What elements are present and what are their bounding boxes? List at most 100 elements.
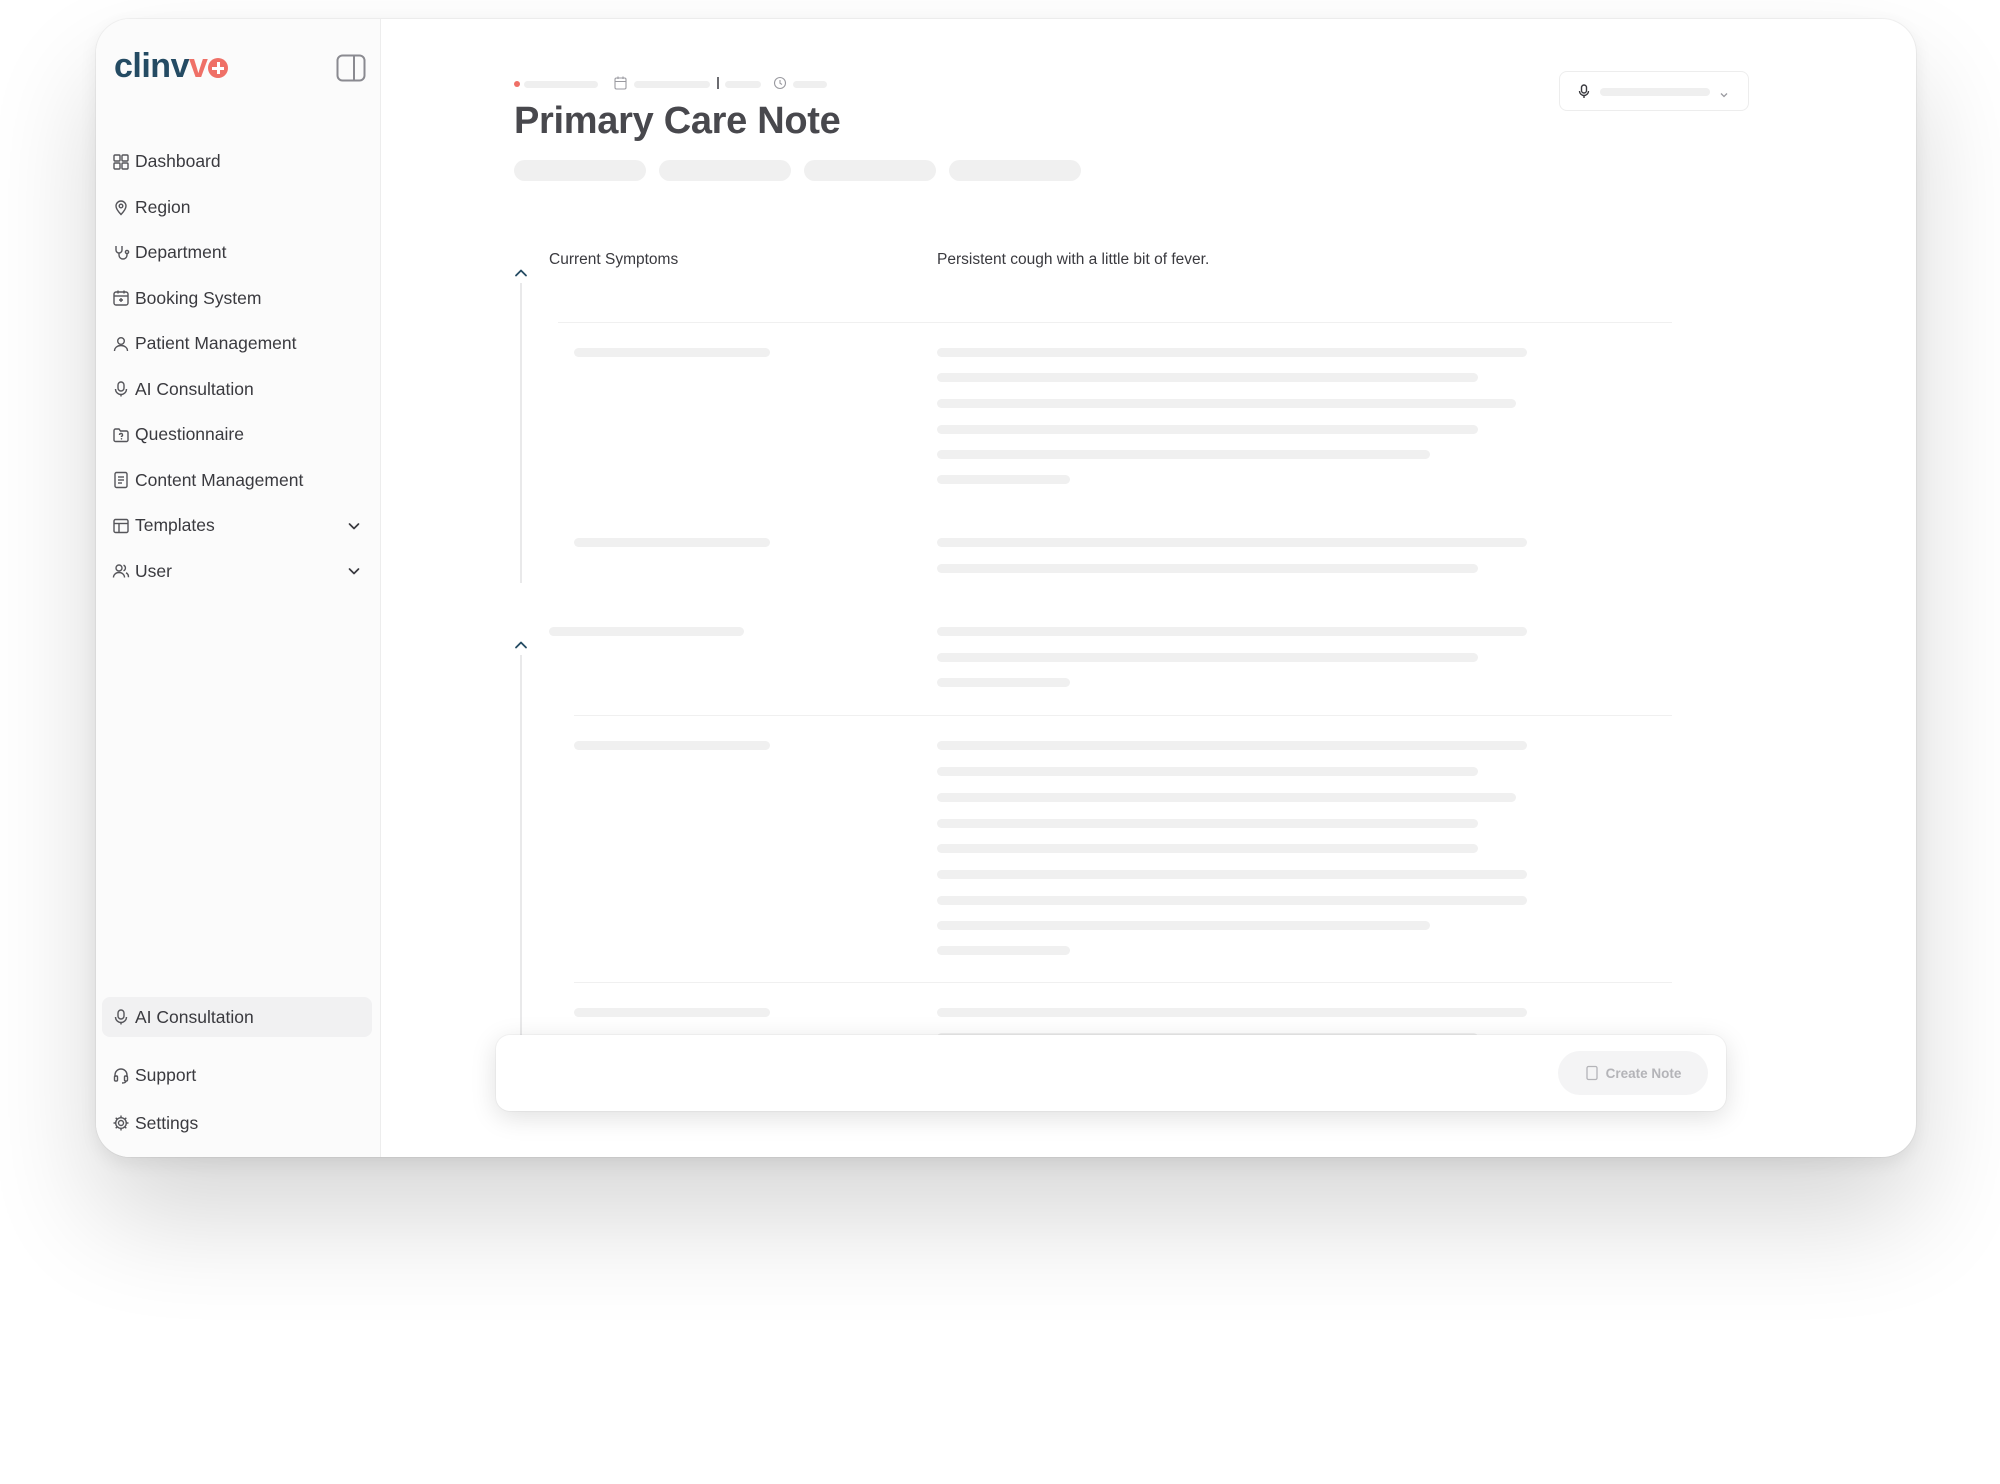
grid-icon (112, 153, 130, 171)
skeleton-label (549, 627, 744, 636)
collapse-section-button[interactable] (514, 265, 528, 277)
tag-placeholder (659, 160, 791, 181)
skeleton-label (574, 538, 770, 547)
sidebar-item-content-management[interactable]: Content Management (96, 458, 380, 504)
microphone-icon (1578, 84, 1590, 104)
folder-question-icon (112, 426, 130, 444)
sidebar-item-questionnaire[interactable]: Questionnaire (96, 412, 380, 458)
section-timeline (520, 283, 522, 583)
skeleton-line (937, 870, 1527, 879)
skeleton-line (937, 348, 1527, 357)
sidebar-toggle-icon (336, 54, 366, 82)
microphone-select[interactable] (1559, 71, 1749, 111)
duration-placeholder (793, 81, 827, 88)
logo: clinvv (114, 47, 229, 86)
sidebar-item-label: Dashboard (135, 151, 221, 172)
skeleton-line (937, 627, 1527, 636)
tag-placeholder (514, 160, 646, 181)
section-timeline (520, 655, 522, 1055)
tag-placeholder (949, 160, 1081, 181)
sidebar-toggle-button[interactable] (336, 54, 366, 82)
clock-icon (773, 76, 787, 95)
page-title: Primary Care Note (514, 100, 841, 142)
skeleton-line (937, 819, 1478, 828)
sidebar-item-label: AI Consultation (135, 1006, 254, 1027)
skeleton-line (937, 741, 1527, 750)
sidebar-item-department[interactable]: Department (96, 230, 380, 276)
status-dot (514, 81, 520, 87)
status-placeholder (524, 81, 598, 88)
sidebar-item-label: AI Consultation (135, 378, 254, 399)
calendar-icon (614, 76, 627, 95)
sidebar-item-label: Questionnaire (135, 424, 244, 445)
time-placeholder (725, 81, 761, 88)
sidebar-item-label: User (135, 560, 172, 581)
skeleton-label (574, 741, 770, 750)
skeleton-line (937, 373, 1478, 382)
note-action-bar: Create Note (496, 1035, 1726, 1111)
note-meta-row (514, 76, 914, 90)
sidebar-item-booking-system[interactable]: Booking System (96, 276, 380, 322)
logo-plus-icon (208, 58, 229, 78)
sidebar-item-support[interactable]: Support (102, 1051, 372, 1099)
skeleton-line (937, 896, 1527, 905)
stethoscope-icon (112, 244, 130, 262)
sidebar-item-region[interactable]: Region (96, 185, 380, 231)
skeleton-line (937, 946, 1070, 955)
sidebar-item-label: Templates (135, 515, 215, 536)
field-value-current-symptoms: Persistent cough with a little bit of fe… (937, 251, 1210, 268)
sidebar-item-patient-management[interactable]: Patient Management (96, 321, 380, 367)
calendar-icon (112, 289, 130, 307)
microphone-icon (112, 1008, 130, 1026)
skeleton-line (937, 450, 1430, 459)
table-icon (112, 517, 130, 535)
gear-icon (112, 1114, 130, 1132)
skeleton-line (937, 1008, 1527, 1017)
sidebar-item-dashboard[interactable]: Dashboard (96, 139, 380, 185)
sidebar-bottom-nav: AI Consultation Support Settings (102, 997, 372, 1147)
chevron-up-icon (515, 641, 527, 649)
sidebar-item-label: Department (135, 242, 227, 263)
document-icon (1585, 1065, 1599, 1081)
skeleton-label (574, 348, 770, 357)
skeleton-line (937, 767, 1478, 776)
sidebar-item-label: Settings (135, 1112, 199, 1133)
skeleton-line (937, 399, 1516, 408)
chevron-down-icon[interactable] (346, 518, 362, 534)
sidebar-item-ai-consultation[interactable]: AI Consultation (96, 367, 380, 413)
skeleton-line (937, 538, 1527, 547)
sidebar-item-label: Booking System (135, 287, 262, 308)
logo-accent: v (188, 47, 208, 85)
skeleton-line (937, 475, 1070, 484)
logo-text: clinv (114, 47, 189, 85)
create-note-label: Create Note (1605, 1065, 1682, 1081)
create-note-button[interactable]: Create Note (1558, 1051, 1708, 1095)
main-content: Primary Care Note Current Symptoms Persi… (382, 19, 1916, 1157)
skeleton-line (937, 921, 1430, 930)
sidebar-item-settings[interactable]: Settings (102, 1099, 372, 1147)
users-icon (112, 562, 130, 580)
field-label-current-symptoms: Current Symptoms (549, 251, 679, 268)
collapse-section-button[interactable] (514, 637, 528, 649)
sidebar-item-label: Patient Management (135, 333, 297, 354)
row-divider (574, 715, 1672, 716)
sidebar-item-user[interactable]: User (96, 549, 380, 595)
row-divider (574, 982, 1672, 983)
headset-icon (112, 1066, 130, 1084)
sidebar-item-templates[interactable]: Templates (96, 503, 380, 549)
skeleton-line (937, 564, 1478, 573)
skeleton-line (937, 678, 1070, 687)
microphone-name-placeholder (1600, 88, 1710, 96)
chevron-down-icon[interactable] (346, 563, 362, 579)
skeleton-line (937, 844, 1478, 853)
skeleton-line (937, 653, 1478, 662)
map-pin-icon (112, 198, 130, 216)
sidebar-item-label: Content Management (135, 469, 304, 490)
microphone-icon (112, 380, 130, 398)
document-icon (112, 471, 130, 489)
date-placeholder (634, 81, 710, 88)
skeleton-line (937, 793, 1516, 802)
meta-separator (717, 77, 719, 89)
tag-placeholder (804, 160, 936, 181)
sidebar-item-ai-consultation-active[interactable]: AI Consultation (102, 997, 372, 1037)
